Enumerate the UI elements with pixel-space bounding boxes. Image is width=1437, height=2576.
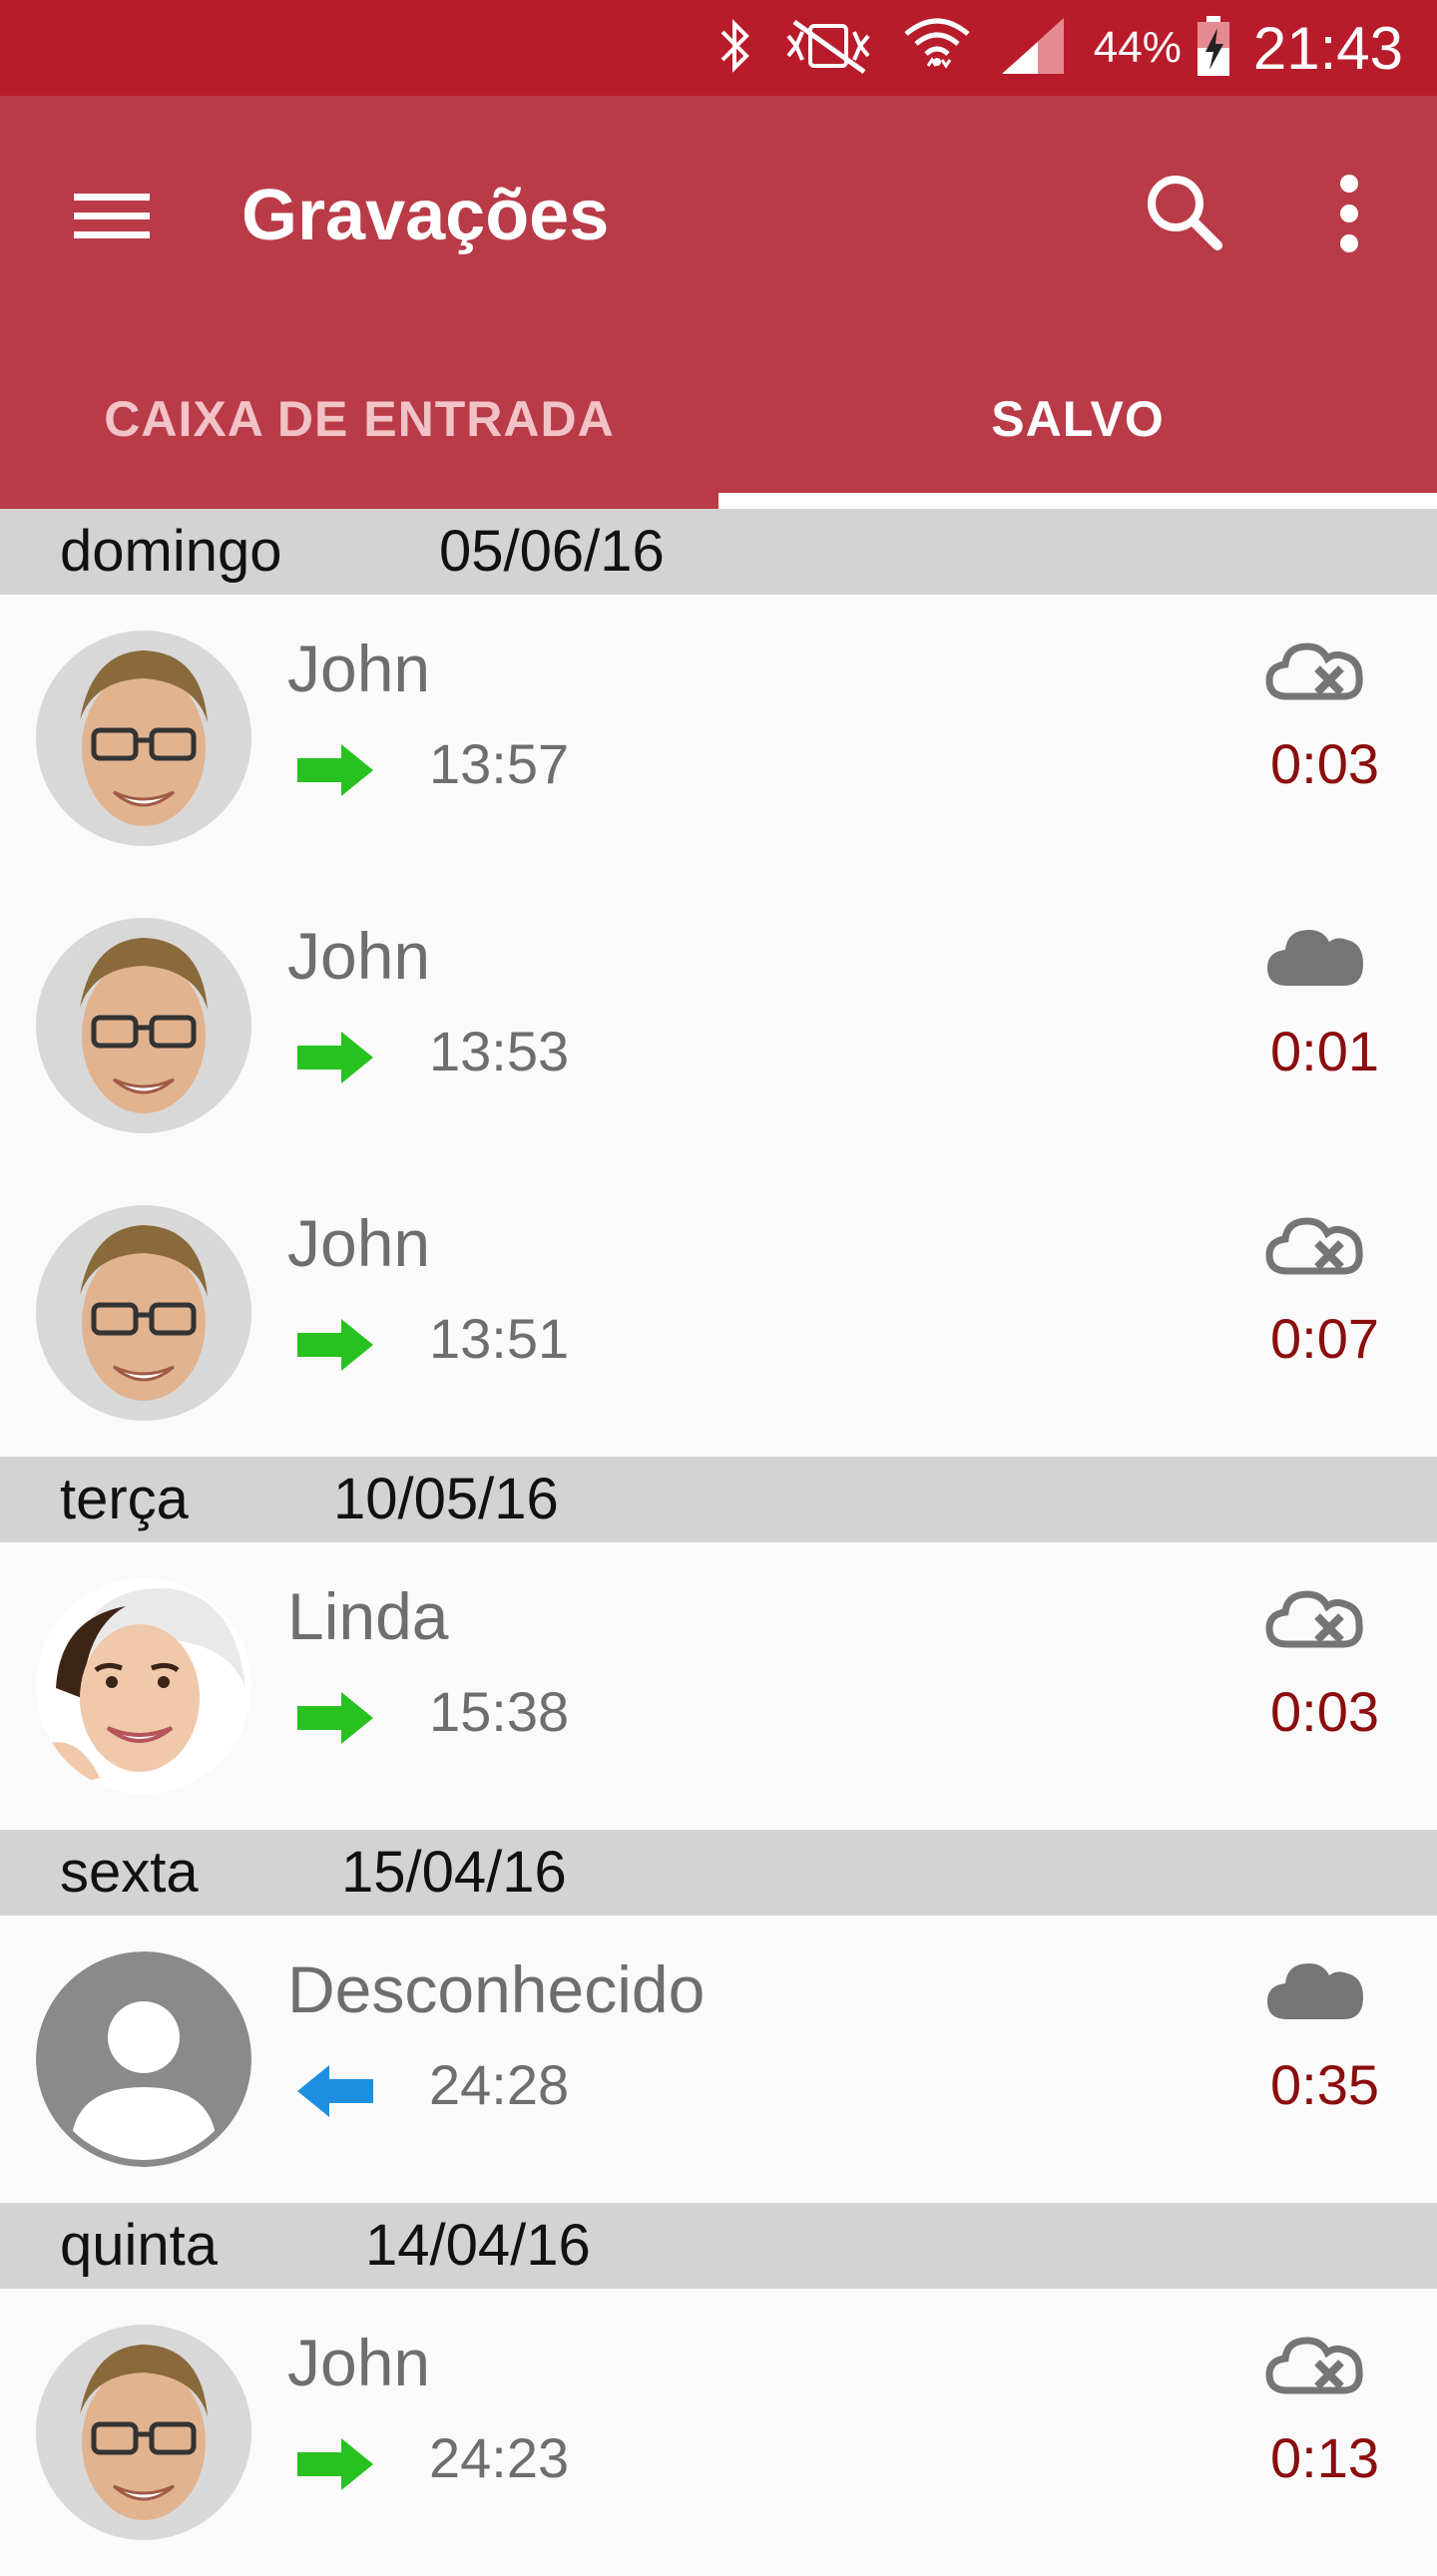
menu-icon[interactable] [72, 176, 152, 255]
date-header-date: 14/04/16 [365, 2213, 591, 2278]
recording-row[interactable]: John 13:57 0:03 [0, 595, 1437, 882]
recording-time: 13:57 [429, 732, 570, 795]
recording-duration: 0:03 [1270, 1680, 1379, 1743]
contact-name: John [287, 1206, 431, 1280]
avatar [36, 918, 251, 1133]
recording-row[interactable]: Desconhecido 24:28 0:35 [0, 1916, 1437, 2203]
app-bar: Gravações CAIXA DE ENTRADA SALVO [0, 96, 1437, 509]
avatar [36, 1578, 251, 1794]
status-time: 21:43 [1252, 14, 1403, 82]
avatar [36, 631, 251, 846]
contact-name: John [287, 632, 431, 705]
more-vert-icon[interactable] [1309, 166, 1389, 261]
incoming-arrow-icon [295, 2063, 375, 2124]
contact-name: Desconhecido [287, 1952, 706, 2026]
cloud-off-icon[interactable] [1265, 635, 1365, 706]
cloud-icon[interactable] [1265, 922, 1365, 994]
date-header: quinta 14/04/16 [0, 2203, 1437, 2289]
recording-row[interactable]: John 13:51 0:07 [0, 1169, 1437, 1457]
date-header-day: domingo [60, 519, 282, 584]
recording-duration: 0:03 [1270, 732, 1379, 795]
date-header-day: quinta [60, 2213, 219, 2278]
avatar [36, 1951, 251, 2167]
contact-name: John [287, 919, 431, 993]
battery-charging-icon [1194, 14, 1233, 83]
outgoing-arrow-icon [295, 2436, 375, 2497]
tab-indicator [718, 493, 1437, 509]
recording-duration: 0:01 [1270, 1020, 1379, 1082]
page-title: Gravações [241, 176, 610, 255]
battery-percent: 44% [1093, 23, 1182, 72]
cloud-off-icon[interactable] [1265, 1582, 1365, 1654]
avatar [36, 1205, 251, 1421]
cloud-off-icon[interactable] [1265, 2329, 1365, 2400]
avatar [36, 2325, 251, 2540]
date-header: domingo 05/06/16 [0, 509, 1437, 595]
date-header: sexta 15/04/16 [0, 1830, 1437, 1916]
date-header-date: 05/06/16 [439, 519, 665, 584]
recording-time: 24:23 [429, 2426, 570, 2489]
recording-duration: 0:07 [1270, 1307, 1379, 1370]
contact-name: John [287, 2326, 431, 2399]
outgoing-arrow-icon [295, 742, 375, 803]
recording-row[interactable]: John 24:23 0:13 [0, 2289, 1437, 2576]
bluetooth-icon [715, 16, 754, 81]
recording-row[interactable]: Linda 15:38 0:03 [0, 1542, 1437, 1830]
outgoing-arrow-icon [295, 1690, 375, 1751]
tab-saved[interactable]: SALVO [718, 365, 1437, 473]
recording-duration: 0:35 [1270, 2053, 1379, 2116]
date-header: terça 10/05/16 [0, 1457, 1437, 1542]
recording-time: 13:53 [429, 1020, 570, 1082]
cloud-off-icon[interactable] [1265, 1209, 1365, 1281]
recording-row[interactable]: John 13:53 0:01 [0, 882, 1437, 1169]
signal-icon [998, 14, 1068, 83]
recordings-list: domingo 05/06/16 John 13:57 0:03 John 13… [0, 509, 1437, 2576]
outgoing-arrow-icon [295, 1030, 375, 1090]
search-icon[interactable] [1138, 166, 1233, 261]
date-header-date: 15/04/16 [341, 1840, 567, 1905]
outgoing-arrow-icon [295, 1317, 375, 1378]
status-bar: 44% 21:43 [0, 0, 1437, 96]
recording-duration: 0:13 [1270, 2426, 1379, 2489]
date-header-date: 10/05/16 [333, 1467, 559, 1531]
date-header-day: sexta [60, 1840, 199, 1905]
recording-time: 13:51 [429, 1307, 570, 1370]
wifi-icon [902, 14, 972, 83]
tab-inbox[interactable]: CAIXA DE ENTRADA [0, 365, 718, 473]
recording-time: 15:38 [429, 1680, 570, 1743]
date-header-day: terça [60, 1467, 189, 1531]
recording-time: 24:28 [429, 2053, 570, 2116]
contact-name: Linda [287, 1579, 449, 1653]
cloud-icon[interactable] [1265, 1955, 1365, 2027]
vibrate-mute-icon [780, 16, 876, 81]
